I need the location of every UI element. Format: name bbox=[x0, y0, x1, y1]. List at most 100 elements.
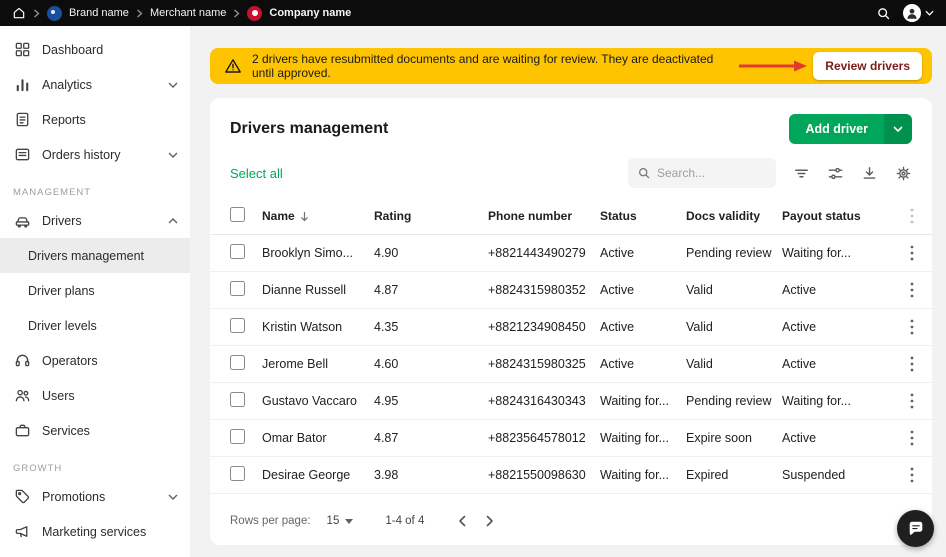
gear-icon[interactable] bbox=[895, 165, 912, 182]
breadcrumb-brand[interactable]: Brand name bbox=[69, 7, 129, 19]
chevron-down-icon bbox=[345, 519, 353, 524]
row-checkbox[interactable] bbox=[230, 318, 245, 333]
column-header-name[interactable]: Name bbox=[256, 198, 368, 235]
dashboard-icon bbox=[13, 41, 31, 59]
reports-icon bbox=[13, 111, 31, 129]
app-root: Brand name Merchant name Company name bbox=[0, 0, 946, 557]
sidebar-item-reports[interactable]: Reports bbox=[0, 102, 190, 137]
cell-status: Active bbox=[594, 235, 680, 272]
download-icon[interactable] bbox=[861, 165, 878, 182]
row-checkbox[interactable] bbox=[230, 392, 245, 407]
sidebar-item-marketing-services[interactable]: Marketing services bbox=[0, 514, 190, 549]
cell-rating: 4.60 bbox=[368, 346, 482, 383]
select-all-checkbox[interactable] bbox=[230, 207, 245, 222]
row-checkbox[interactable] bbox=[230, 244, 245, 259]
row-checkbox[interactable] bbox=[230, 355, 245, 370]
cell-docs: Pending review bbox=[680, 383, 776, 420]
home-icon[interactable] bbox=[12, 6, 26, 20]
rows-per-page-select[interactable]: 15 bbox=[327, 515, 354, 527]
sidebar-item-orders-history[interactable]: Orders history bbox=[0, 137, 190, 172]
chevron-down-icon bbox=[168, 82, 178, 88]
row-kebab-icon[interactable] bbox=[898, 467, 926, 483]
row-checkbox[interactable] bbox=[230, 466, 245, 481]
avatar bbox=[903, 4, 921, 22]
cell-phone: +8821234908450 bbox=[482, 309, 594, 346]
row-checkbox[interactable] bbox=[230, 281, 245, 296]
search-icon[interactable] bbox=[876, 6, 891, 21]
cell-name: Gustavo Vaccaro bbox=[256, 383, 368, 420]
cell-docs: Pending review bbox=[680, 235, 776, 272]
sidebar-item-promotions[interactable]: Promotions bbox=[0, 479, 190, 514]
row-kebab-icon[interactable] bbox=[898, 430, 926, 446]
row-kebab-icon[interactable] bbox=[898, 319, 926, 335]
breadcrumb-merchant[interactable]: Merchant name bbox=[150, 7, 226, 19]
user-menu[interactable] bbox=[903, 4, 934, 22]
previous-page-button[interactable] bbox=[458, 515, 466, 527]
cell-name: Brooklyn Simo... bbox=[256, 235, 368, 272]
row-kebab-icon[interactable] bbox=[898, 245, 926, 261]
drivers-table: Name Rating Phone number Status Docs val… bbox=[210, 198, 932, 494]
sidebar-item-label: Driver plans bbox=[28, 284, 95, 298]
cell-payout: Active bbox=[776, 420, 892, 457]
row-kebab-icon[interactable] bbox=[898, 282, 926, 298]
filter-icon[interactable] bbox=[793, 165, 810, 182]
cell-name: Jerome Bell bbox=[256, 346, 368, 383]
column-header-docs[interactable]: Docs validity bbox=[680, 198, 776, 235]
cell-payout: Waiting for... bbox=[776, 235, 892, 272]
column-header-rating[interactable]: Rating bbox=[368, 198, 482, 235]
sidebar-item-driver-levels[interactable]: Driver levels bbox=[0, 308, 190, 343]
tune-icon[interactable] bbox=[827, 165, 844, 182]
table-row: Omar Bator 4.87 +8823564578012 Waiting f… bbox=[210, 420, 932, 457]
cell-status: Active bbox=[594, 272, 680, 309]
promotions-icon bbox=[13, 488, 31, 506]
drivers-icon bbox=[13, 212, 31, 230]
chevron-down-icon bbox=[925, 10, 934, 16]
sidebar-item-dashboard[interactable]: Dashboard bbox=[0, 32, 190, 67]
column-header-phone[interactable]: Phone number bbox=[482, 198, 594, 235]
sidebar-item-label: Promotions bbox=[42, 490, 105, 504]
cell-status: Waiting for... bbox=[594, 420, 680, 457]
review-drivers-button[interactable]: Review drivers bbox=[813, 52, 922, 80]
add-driver-button[interactable]: Add driver bbox=[789, 114, 884, 144]
row-kebab-icon[interactable] bbox=[898, 393, 926, 409]
chevron-up-icon bbox=[168, 218, 178, 224]
alert-banner: 2 drivers have resubmitted documents and… bbox=[210, 48, 932, 84]
next-page-button[interactable] bbox=[486, 515, 494, 527]
cell-phone: +8821443490279 bbox=[482, 235, 594, 272]
drivers-card: Drivers management Add driver Select all bbox=[210, 98, 932, 545]
sidebar-item-drivers[interactable]: Drivers bbox=[0, 203, 190, 238]
sidebar-item-drivers-management[interactable]: Drivers management bbox=[0, 238, 190, 273]
table-row: Kristin Watson 4.35 +8821234908450 Activ… bbox=[210, 309, 932, 346]
sidebar-item-label: Analytics bbox=[42, 78, 92, 92]
select-all-link[interactable]: Select all bbox=[230, 166, 283, 181]
cell-payout: Active bbox=[776, 309, 892, 346]
sidebar-item-services[interactable]: Services bbox=[0, 413, 190, 448]
page-title: Drivers management bbox=[230, 120, 388, 138]
row-kebab-icon[interactable] bbox=[898, 356, 926, 372]
search-box bbox=[628, 158, 776, 188]
table-row: Jerome Bell 4.60 +8824315980325 Active V… bbox=[210, 346, 932, 383]
topbar: Brand name Merchant name Company name bbox=[0, 0, 946, 26]
search-input[interactable] bbox=[657, 166, 767, 180]
chevron-down-icon bbox=[168, 494, 178, 500]
sidebar-item-driver-plans[interactable]: Driver plans bbox=[0, 273, 190, 308]
sidebar-item-analytics[interactable]: Analytics bbox=[0, 67, 190, 102]
header-kebab-icon[interactable] bbox=[898, 208, 926, 224]
breadcrumb-company[interactable]: Company name bbox=[269, 7, 351, 19]
column-header-payout[interactable]: Payout status bbox=[776, 198, 892, 235]
chevron-down-icon bbox=[168, 152, 178, 158]
table-footer: Rows per page: 15 1-4 of 4 bbox=[210, 501, 932, 545]
breadcrumb-separator-icon bbox=[233, 9, 240, 18]
chat-widget-button[interactable] bbox=[897, 510, 934, 547]
sidebar-item-operators[interactable]: Operators bbox=[0, 343, 190, 378]
sidebar-item-label: Drivers bbox=[42, 214, 82, 228]
column-header-status[interactable]: Status bbox=[594, 198, 680, 235]
row-checkbox[interactable] bbox=[230, 429, 245, 444]
add-driver-caret-button[interactable] bbox=[884, 114, 912, 144]
table-row: Dianne Russell 4.87 +8824315980352 Activ… bbox=[210, 272, 932, 309]
cell-phone: +8824315980325 bbox=[482, 346, 594, 383]
sidebar-item-users[interactable]: Users bbox=[0, 378, 190, 413]
operators-icon bbox=[13, 352, 31, 370]
sidebar-item-label: Orders history bbox=[42, 148, 121, 162]
cell-name: Desirae George bbox=[256, 457, 368, 494]
